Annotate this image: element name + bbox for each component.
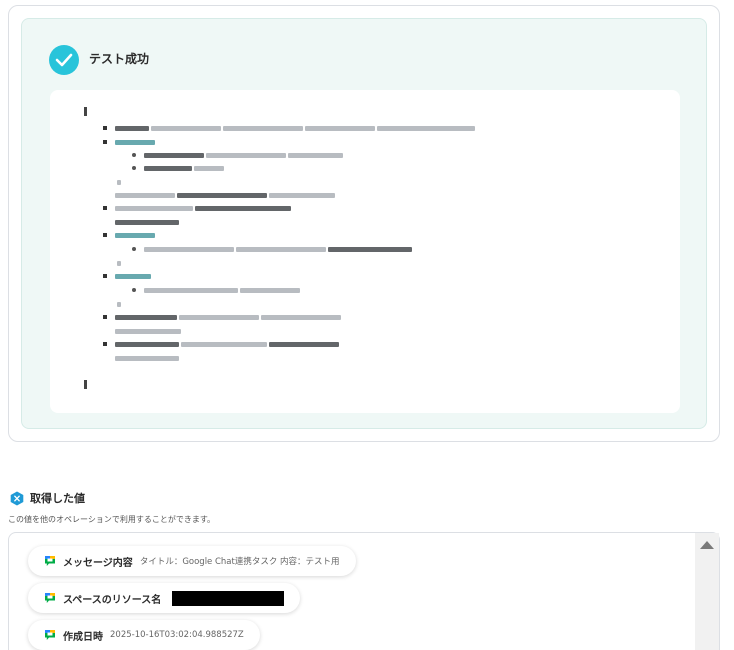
value-text: タイトル：Google Chat連携タスク 内容：テスト用 (139, 557, 340, 567)
acquired-values-description: この値を他のオペレーションで利用することができます。 (8, 515, 216, 524)
bullet (103, 315, 107, 319)
blurred-line (115, 328, 181, 334)
blurred-line (115, 192, 335, 198)
check-icon (49, 45, 79, 75)
bullet (103, 140, 107, 144)
sub-bullet (132, 153, 136, 157)
acquired-values-list: メッセージ内容 タイトル：Google Chat連携タスク 内容：テスト用 スペ… (8, 532, 720, 650)
blurred-line (115, 125, 475, 131)
sub-bullet (132, 166, 136, 170)
acquired-values-header: 取得した値 (10, 490, 85, 506)
bullet (103, 206, 107, 210)
blurred-line (115, 205, 291, 211)
scroll-up-icon[interactable] (700, 541, 714, 549)
blurred-line (144, 246, 412, 252)
hexagon-x-icon (10, 491, 24, 505)
blurred-line (115, 232, 155, 238)
blurred-line (144, 287, 300, 293)
google-chat-icon (45, 630, 55, 640)
acquired-values-title: 取得した値 (30, 492, 85, 505)
blurred-line (115, 341, 339, 347)
value-pill-space-resource-name[interactable]: スペースのリソース名 (28, 583, 301, 613)
response-preview (50, 90, 680, 413)
redacted-value (172, 590, 285, 606)
blurred-line (115, 139, 155, 145)
bullet (103, 233, 107, 237)
bullet (103, 342, 107, 346)
value-label: メッセージ内容 (63, 557, 133, 569)
blurred-line (144, 152, 343, 158)
success-title: テスト成功 (89, 52, 150, 66)
success-panel: テスト成功 (21, 18, 707, 429)
open-bracket (84, 107, 87, 116)
google-chat-icon (45, 593, 55, 603)
blurred-line (115, 219, 179, 225)
bullet (103, 274, 107, 278)
blurred-line (115, 273, 151, 279)
blurred-line (117, 260, 121, 266)
blurred-line (117, 179, 121, 185)
test-result-card: テスト成功 (8, 5, 720, 442)
close-bracket (84, 380, 87, 389)
bullet (103, 126, 107, 130)
value-label: スペースのリソース名 (63, 594, 162, 606)
value-text: 2025-10-16T03:02:04.988527Z (110, 630, 244, 640)
sub-bullet (132, 247, 136, 251)
google-chat-icon (45, 556, 55, 566)
value-label: 作成日時 (63, 631, 103, 643)
blurred-line (115, 314, 341, 320)
blurred-line (144, 165, 224, 171)
sub-bullet (132, 288, 136, 292)
blurred-line (117, 301, 121, 307)
blurred-line (115, 355, 179, 361)
value-pill-message-content[interactable]: メッセージ内容 タイトル：Google Chat連携タスク 内容：テスト用 (28, 546, 356, 576)
scrollbar[interactable] (695, 533, 719, 650)
value-pill-created-at[interactable]: 作成日時 2025-10-16T03:02:04.988527Z (28, 620, 260, 650)
